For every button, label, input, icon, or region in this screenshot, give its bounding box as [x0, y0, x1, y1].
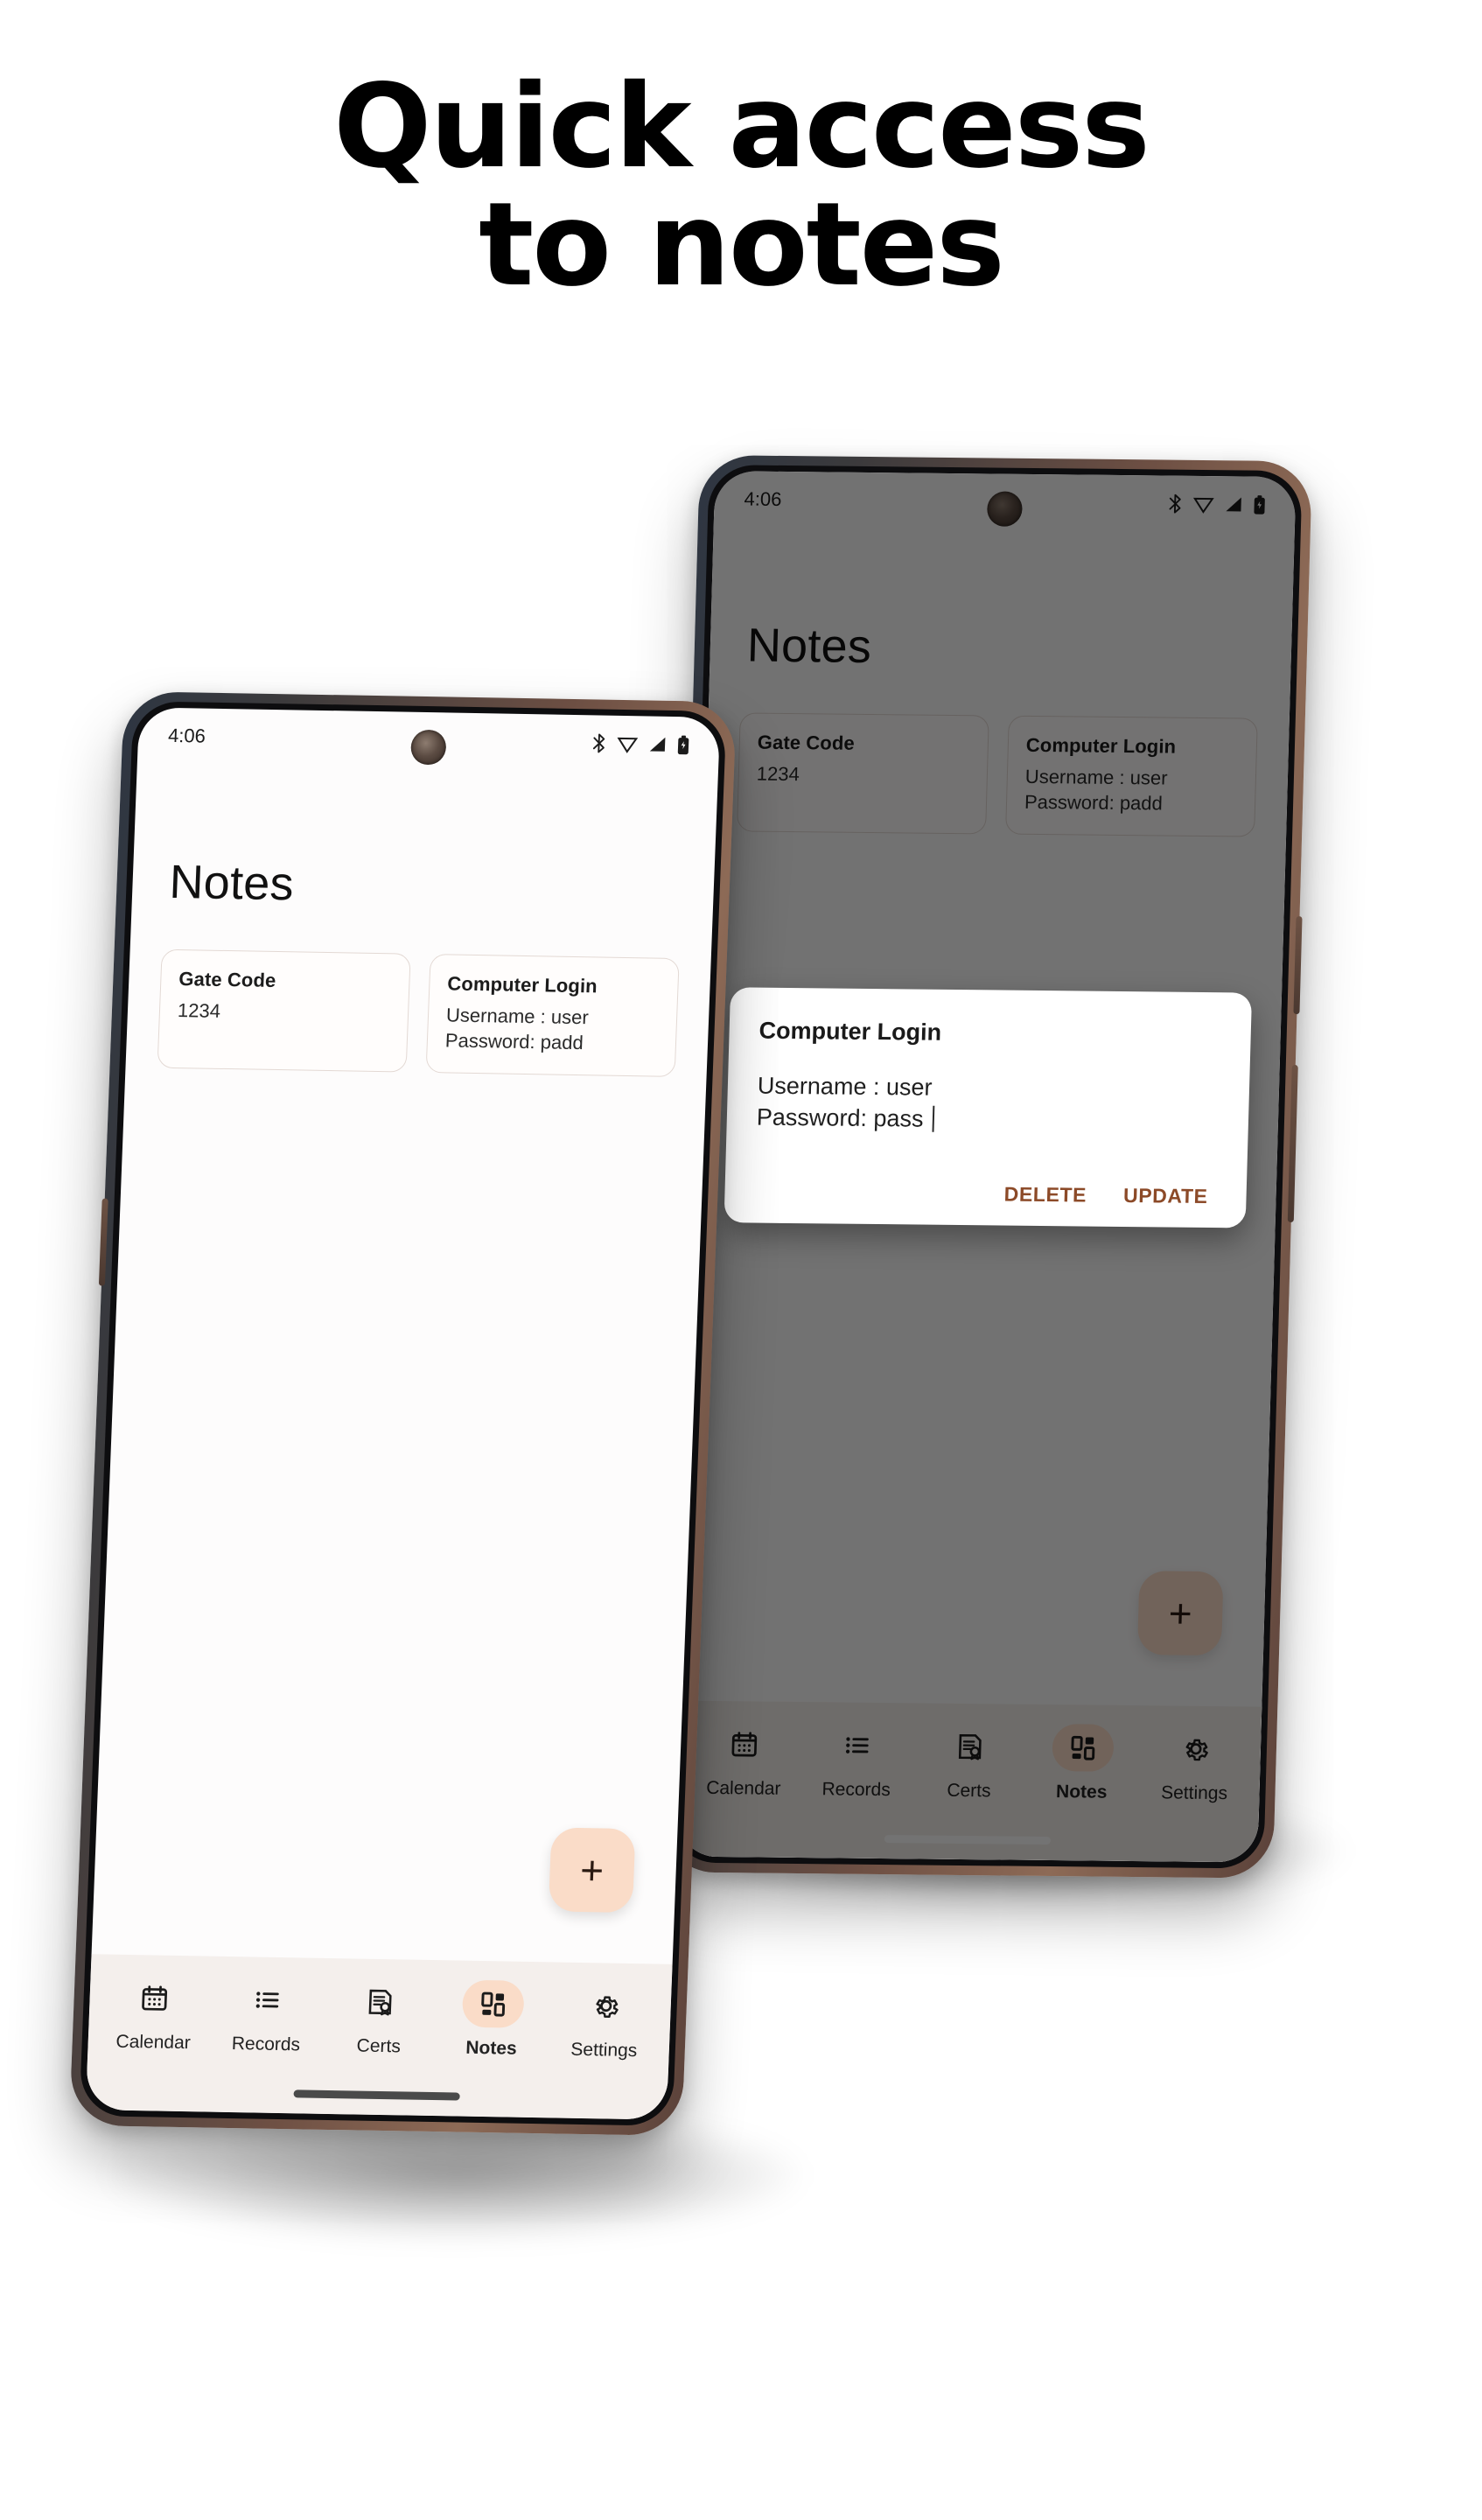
dialog-body-text[interactable]: Username : user Password: pass — [756, 1071, 933, 1135]
nav-label-settings: Settings — [570, 2039, 638, 2062]
front-app-title: Notes — [168, 855, 295, 911]
note-card-title: Gate Code — [178, 968, 276, 991]
nav-item-notes[interactable]: Notes — [435, 1979, 550, 2060]
note-card-body: Username : user Password: padd — [444, 1004, 590, 1054]
edit-note-dialog: Computer Login Username : user Password:… — [724, 987, 1253, 1228]
page-title: Quick access to notes — [0, 68, 1482, 304]
text-cursor — [932, 1105, 934, 1132]
front-status-icons — [591, 733, 690, 755]
certificate-icon — [349, 1978, 412, 2026]
nav-item-calendar[interactable]: Calendar — [96, 1973, 212, 2054]
nav-label-records: Records — [231, 2034, 301, 2055]
note-card[interactable]: Gate Code 1234 — [157, 948, 411, 1073]
front-phone-side-button[interactable] — [98, 1198, 108, 1286]
headline-line-1: Quick access — [333, 60, 1150, 194]
nav-label-certs: Certs — [356, 2035, 402, 2057]
grid-icon — [461, 1979, 525, 2028]
delete-button[interactable]: DELETE — [1003, 1183, 1087, 1208]
plus-icon: + — [579, 1847, 605, 1894]
note-card[interactable]: Computer Login Username : user Password:… — [425, 954, 680, 1078]
back-phone-mockup: 4:06 Notes Gate Code 1234 — [660, 455, 1313, 1879]
front-camera-punch-hole — [410, 729, 447, 766]
bluetooth-icon — [592, 733, 605, 753]
dialog-body-row: Username : user Password: pass — [756, 1071, 1220, 1138]
nav-label-calendar: Calendar — [115, 2031, 192, 2054]
back-phone-volume-button[interactable] — [1287, 1065, 1298, 1223]
promo-screenshot: Quick access to notes 4:06 Note — [0, 0, 1482, 2520]
note-card-body: 1234 — [177, 999, 221, 1022]
add-note-fab[interactable]: + — [548, 1827, 636, 1914]
update-button[interactable]: UPDATE — [1123, 1184, 1208, 1208]
calendar-icon — [123, 1974, 186, 2022]
list-icon — [236, 1976, 299, 2024]
nav-item-settings[interactable]: Settings — [547, 1981, 662, 2062]
signal-icon — [649, 737, 666, 752]
front-bottom-nav: Calendar Records Certs Notes Settings — [85, 1954, 673, 2120]
headline-line-2: to notes — [479, 177, 1005, 312]
back-phone-power-button[interactable] — [1293, 916, 1303, 1015]
front-phone-mockup: 4:06 Notes Gate Code 1234 Computer Login… — [69, 691, 738, 2137]
wifi-icon — [617, 737, 639, 753]
front-status-bar: 4:06 — [137, 707, 721, 774]
front-phone-bezel: 4:06 Notes Gate Code 1234 Computer Login… — [79, 701, 727, 2126]
dialog-title: Computer Login — [758, 1017, 942, 1046]
front-gesture-bar[interactable] — [293, 2090, 460, 2101]
back-phone-bezel: 4:06 Notes Gate Code 1234 — [670, 465, 1303, 1869]
nav-item-certs[interactable]: Certs — [322, 1978, 437, 2058]
front-status-time: 4:06 — [167, 724, 206, 747]
front-notes-grid: Gate Code 1234 Computer Login Username :… — [125, 908, 712, 1078]
dialog-actions: DELETE UPDATE — [754, 1180, 1217, 1209]
battery-icon — [677, 735, 689, 754]
front-phone-screen: 4:06 Notes Gate Code 1234 Computer Login… — [85, 707, 721, 2120]
gear-icon — [574, 1982, 637, 2030]
note-card-title: Computer Login — [446, 972, 598, 998]
back-phone-screen: 4:06 Notes Gate Code 1234 — [676, 471, 1297, 1863]
nav-item-records[interactable]: Records — [209, 1976, 325, 2056]
nav-label-notes: Notes — [465, 2037, 518, 2059]
